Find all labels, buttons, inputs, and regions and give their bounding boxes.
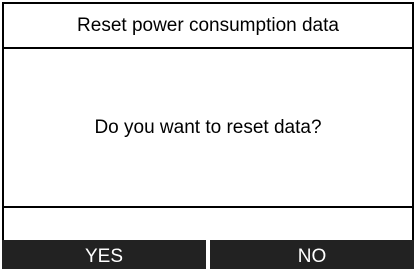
no-button[interactable]: NO: [210, 240, 414, 269]
confirmation-message: Do you want to reset data?: [94, 116, 322, 138]
divider: [4, 206, 412, 208]
dialog-title: Reset power consumption data: [4, 4, 412, 49]
reset-dialog-screen: Reset power consumption data Do you want…: [0, 0, 416, 269]
yes-button[interactable]: YES: [2, 240, 206, 269]
dialog-frame: Reset power consumption data Do you want…: [2, 2, 414, 269]
soft-key-bar: YES NO: [2, 240, 414, 269]
